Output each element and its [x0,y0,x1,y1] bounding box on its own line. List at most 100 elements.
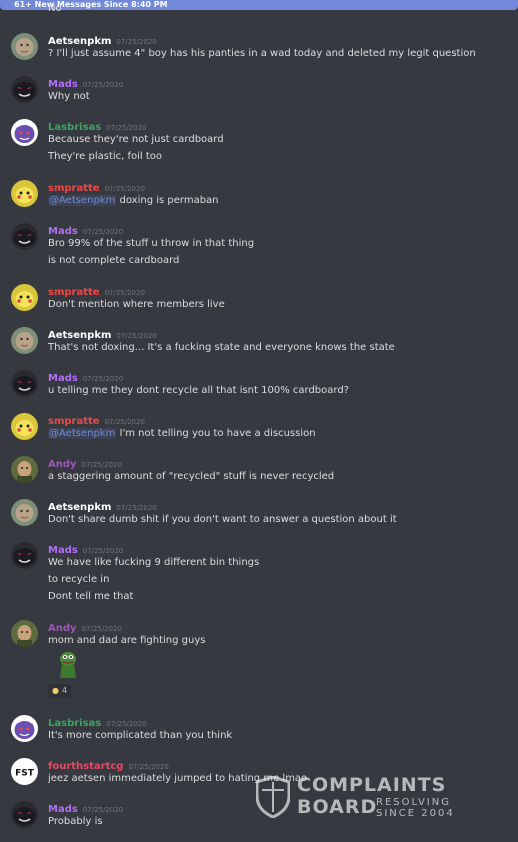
timestamp: 07/25/2020 [82,228,124,236]
cut-off-message: No [48,3,62,14]
avatar[interactable]: FST [11,758,38,785]
message-header: Andy 07/25/2020 [48,620,122,635]
avatar[interactable] [11,284,38,311]
timestamp: 07/25/2020 [81,625,122,633]
avatar[interactable] [11,499,38,526]
message-line: Probably is [48,816,103,827]
username[interactable]: Mads [48,373,78,384]
watermark-tagline: RESOLVING SINCE 2004 [376,797,455,819]
username[interactable]: Aetsenpkm [48,502,111,513]
timestamp: 07/25/2020 [116,504,157,512]
message-text: u telling me they dont recycle all that … [48,385,349,397]
username[interactable]: Lasbrisas [48,122,101,133]
timestamp: 07/25/2020 [128,763,169,771]
avatar[interactable] [11,327,38,354]
message-line: We have like fucking 9 different bin thi… [48,557,260,568]
username[interactable]: smpratte [48,416,100,427]
username[interactable]: Mads [48,79,78,90]
message-text: They're plastic, foil too [48,151,162,163]
avatar[interactable] [11,119,38,146]
username[interactable]: Mads [48,804,78,815]
timestamp: 07/25/2020 [104,289,145,297]
message-header: Andy 07/25/2020 [48,456,122,471]
username[interactable]: Andy [48,623,77,634]
message-text: Don't share dumb shit if you don't want … [48,514,397,526]
username[interactable]: Lasbrisas [48,718,101,729]
avatar[interactable] [11,801,38,828]
message-header: Mads 07/25/2020 [48,542,123,557]
message-header: Mads 07/25/2020 [48,801,123,816]
message-header: Lasbrisas 07/25/2020 [48,715,147,730]
avatar[interactable] [11,715,38,742]
complaintsboard-watermark: COMPLAINTS BOARD RESOLVING SINCE 2004 [256,774,476,824]
user-mention[interactable]: @Aetsenpkm [48,428,117,439]
message-header: Aetsenpkm 07/25/2020 [48,327,157,342]
avatar[interactable] [11,180,38,207]
watermark-tag1: RESOLVING [376,797,451,808]
avatar[interactable] [11,456,38,483]
timestamp: 07/25/2020 [116,38,157,46]
message-header: smpratte 07/25/2020 [48,284,145,299]
avatar[interactable] [11,370,38,397]
message-line: Why not [48,91,90,102]
shield-logo-icon [256,776,290,818]
timestamp: 07/25/2020 [106,720,147,728]
message-text: ? I'll just assume 4" boy has his pantie… [48,48,476,60]
message-header: smpratte 07/25/2020 [48,180,145,195]
message-line: to recycle in [48,574,110,585]
message-text: That's not doxing... It's a fucking stat… [48,342,395,354]
user-mention[interactable]: @Aetsenpkm [48,195,117,206]
avatar[interactable] [11,223,38,250]
message-line: Don't mention where members live [48,299,225,310]
message-header: Mads 07/25/2020 [48,223,123,238]
message-line: I'm not telling you to have a discussion [116,428,316,439]
pepe-sticker-image [60,652,76,678]
message-line: ? I'll just assume 4" boy has his pantie… [48,48,476,59]
message-header: Aetsenpkm 07/25/2020 [48,499,157,514]
username[interactable]: Mads [48,226,78,237]
timestamp: 07/25/2020 [116,332,157,340]
username[interactable]: Aetsenpkm [48,330,111,341]
avatar[interactable] [11,76,38,103]
timestamp: 07/25/2020 [104,185,145,193]
message-line: That's not doxing... It's a fucking stat… [48,342,395,353]
message-header: Aetsenpkm 07/25/2020 [48,33,157,48]
username[interactable]: Mads [48,545,78,556]
username[interactable]: Aetsenpkm [48,36,111,47]
username[interactable]: Andy [48,459,77,470]
new-messages-bar[interactable]: 61+ New Messages Since 8:40 PM [0,0,518,10]
watermark-tag2: SINCE 2004 [376,808,455,819]
message-header: fourthstartcg 07/25/2020 [48,758,169,773]
username[interactable]: smpratte [48,287,100,298]
username[interactable]: smpratte [48,183,100,194]
message-line: doxing is permaban [116,195,219,206]
avatar[interactable] [11,542,38,569]
message-line: Because they're not just cardboard [48,134,224,145]
message-text: a staggering amount of "recycled" stuff … [48,471,334,483]
message-text: mom and dad are fighting guys [48,635,206,647]
message-text: We have like fucking 9 different bin thi… [48,557,259,569]
message-text: Don't mention where members live [48,299,225,311]
message-text: Dont tell me that [48,591,133,603]
message-text: Bro 99% of the stuff u throw in that thi… [48,238,254,250]
message-text: @Aetsenpkm I'm not telling you to have a… [48,428,316,440]
timestamp: 07/25/2020 [104,418,145,426]
message-header: Lasbrisas 07/25/2020 [48,119,147,134]
username[interactable]: fourthstartcg [48,761,123,772]
ok-hand-emoji-icon: ● [52,686,59,695]
message-text: @Aetsenpkm doxing is permaban [48,195,219,207]
message-line: Bro 99% of the stuff u throw in that thi… [48,238,255,249]
message-text: to recycle in [48,574,109,586]
timestamp: 07/25/2020 [81,461,122,469]
reaction-chip[interactable]: ● 4 [48,684,72,698]
message-header: smpratte 07/25/2020 [48,413,145,428]
avatar[interactable] [11,620,38,647]
avatar[interactable] [11,413,38,440]
watermark-line1: COMPLAINTS [297,774,447,796]
message-line: Don't share dumb shit if you don't want … [48,514,397,525]
avatar[interactable] [11,33,38,60]
timestamp: 07/25/2020 [106,124,147,132]
message-line: Dont tell me that [48,591,134,602]
message-line: a staggering amount of "recycled" stuff … [48,471,335,482]
message-text: It's more complicated than you think [48,730,232,742]
